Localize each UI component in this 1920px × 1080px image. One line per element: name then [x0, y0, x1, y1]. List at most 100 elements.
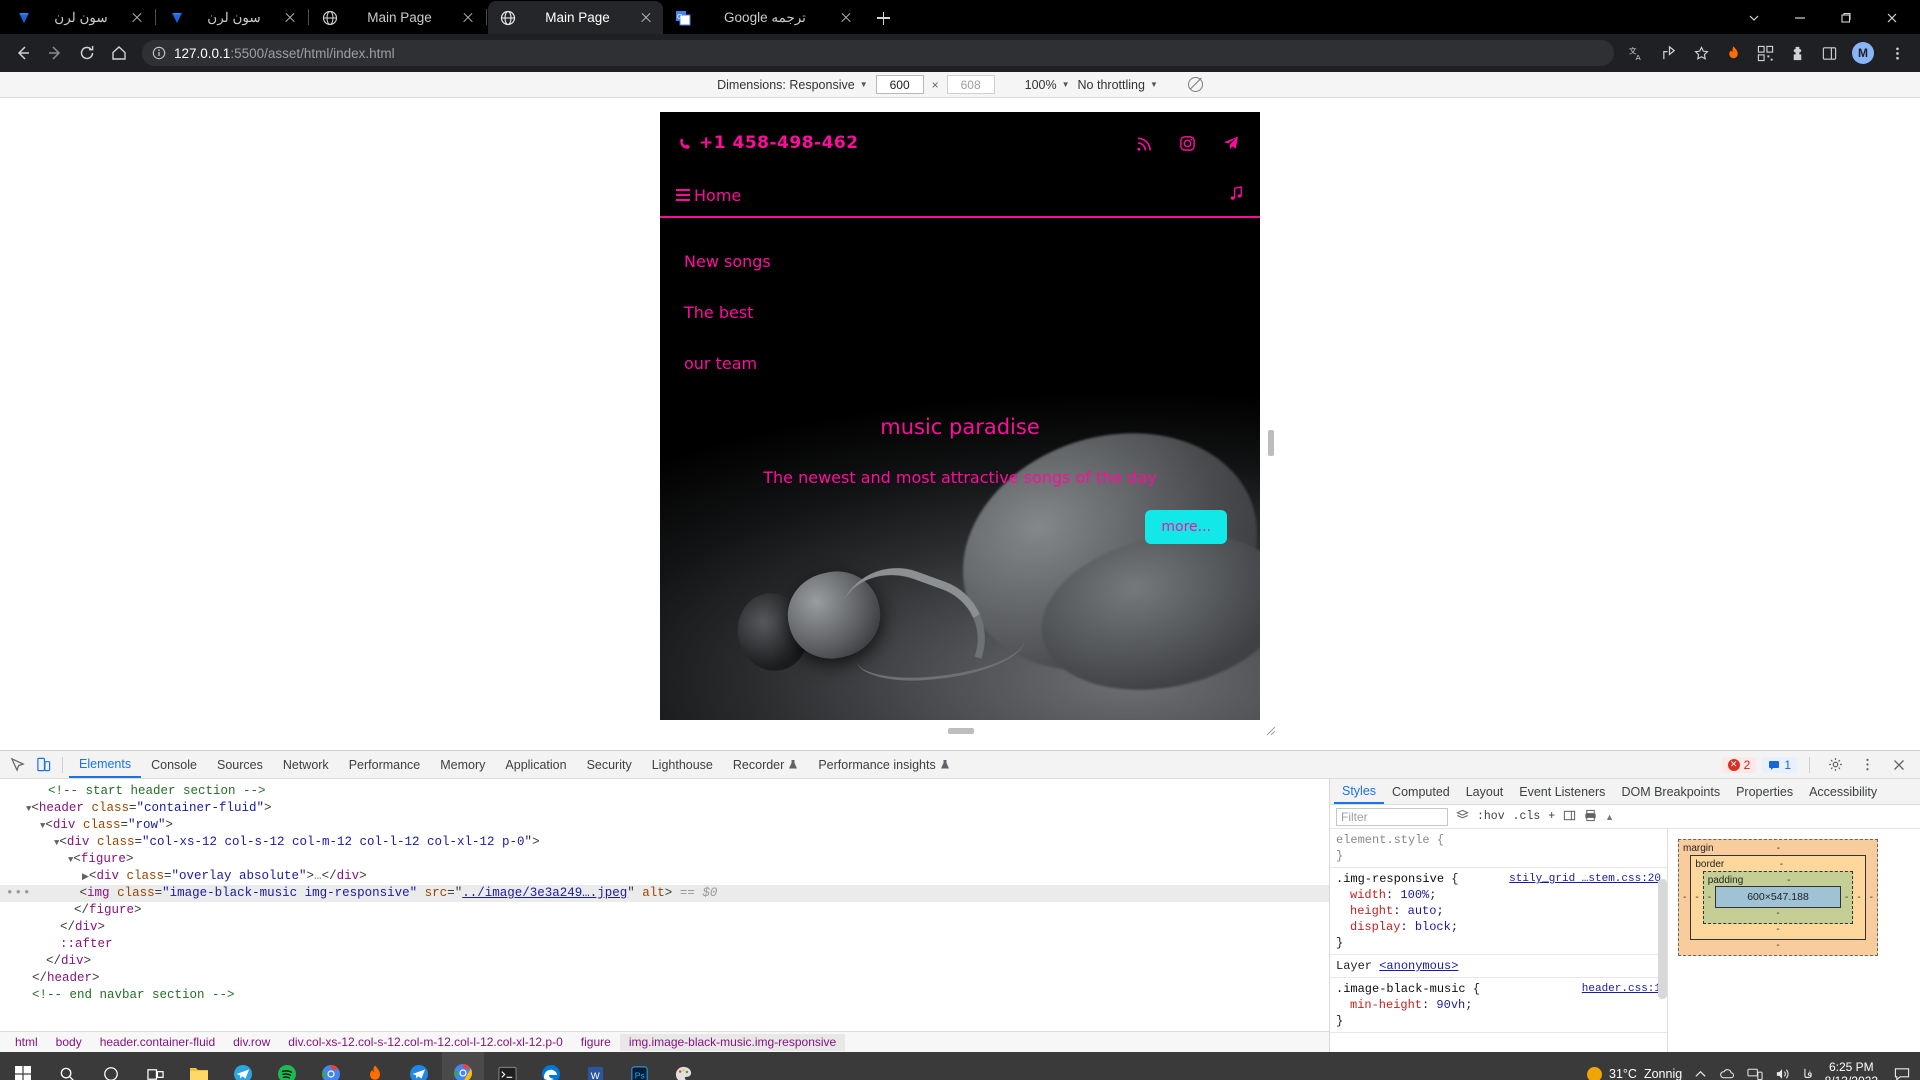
- devtools-tab-application[interactable]: Application: [495, 751, 576, 778]
- browser-tab[interactable]: G ترجمه Google: [663, 1, 863, 34]
- computed-sidebar-icon[interactable]: [1563, 809, 1576, 825]
- browser-tab[interactable]: سون لرن: [157, 1, 307, 34]
- dom-line[interactable]: ▼<header class="container-fluid">: [0, 800, 1329, 817]
- css-property[interactable]: min-height: [1336, 998, 1422, 1012]
- telegram-app-icon[interactable]: [222, 1052, 264, 1080]
- sidebar-icon[interactable]: [1814, 38, 1844, 68]
- close-icon[interactable]: [839, 11, 853, 25]
- flame-extension-icon[interactable]: [1718, 38, 1748, 68]
- css-source-link[interactable]: stily_grid …stem.css:20: [1509, 871, 1661, 887]
- scroll-up-icon[interactable]: ▲: [1605, 812, 1614, 822]
- border-bottom-value[interactable]: -: [1776, 924, 1779, 935]
- no-throttling-icon[interactable]: [1187, 77, 1203, 92]
- nav-home-item[interactable]: Home: [676, 186, 741, 205]
- padding-bottom-value[interactable]: -: [1776, 908, 1779, 919]
- css-rule-image-black-music[interactable]: .image-black-music { header.css:1 min-he…: [1330, 978, 1667, 1033]
- rss-icon[interactable]: [1136, 135, 1153, 152]
- styles-filter-input[interactable]: Filter: [1336, 807, 1448, 826]
- home-icon[interactable]: [104, 38, 134, 68]
- network-icon[interactable]: [1747, 1067, 1763, 1080]
- styles-tab-event-listeners[interactable]: Event Listeners: [1511, 779, 1613, 804]
- css-value[interactable]: 100%: [1400, 888, 1429, 902]
- devtools-tab-elements[interactable]: Elements: [69, 751, 142, 778]
- device-toolbar-icon[interactable]: [30, 752, 56, 778]
- instagram-icon[interactable]: [1179, 135, 1196, 152]
- kebab-menu-icon[interactable]: [1854, 752, 1880, 778]
- blue-app-icon[interactable]: [398, 1052, 440, 1080]
- notification-icon[interactable]: [1894, 1067, 1910, 1080]
- new-style-rule-button[interactable]: +: [1548, 810, 1555, 823]
- margin-top-value[interactable]: -: [1777, 843, 1780, 854]
- chrome-active-icon[interactable]: [442, 1052, 484, 1080]
- browser-tab[interactable]: سون لرن: [4, 1, 154, 34]
- close-icon[interactable]: [1870, 3, 1914, 33]
- css-value[interactable]: block: [1415, 920, 1451, 934]
- close-icon[interactable]: [639, 11, 653, 25]
- border-top-value[interactable]: -: [1780, 859, 1783, 870]
- close-icon[interactable]: [130, 11, 144, 25]
- forward-arrow-icon[interactable]: [40, 38, 70, 68]
- styles-tab-dom-breakpoints[interactable]: DOM Breakpoints: [1613, 779, 1728, 804]
- new-tab-button[interactable]: [869, 4, 897, 32]
- box-model-content-size[interactable]: 600×547.188: [1715, 886, 1841, 908]
- viewport-height-input[interactable]: 608: [946, 75, 995, 94]
- filter-layers-icon[interactable]: [1456, 809, 1469, 825]
- paint-icon[interactable]: [662, 1052, 704, 1080]
- photoshop-icon[interactable]: Ps: [618, 1052, 660, 1080]
- hov-toggle[interactable]: :hov: [1477, 810, 1505, 823]
- devtools-tab-console[interactable]: Console: [141, 751, 207, 778]
- windows-start-icon[interactable]: [2, 1052, 44, 1080]
- collapse-arrow-icon[interactable]: ▶: [82, 872, 89, 882]
- telegram-icon[interactable]: [1222, 134, 1240, 152]
- styles-tab-properties[interactable]: Properties: [1728, 779, 1801, 804]
- menu-item-our-team[interactable]: our team: [684, 354, 1260, 373]
- devtools-tab-lighthouse[interactable]: Lighthouse: [642, 751, 723, 778]
- word-icon[interactable]: W: [574, 1052, 616, 1080]
- dom-line[interactable]: </div>: [0, 953, 1329, 970]
- box-model-padding[interactable]: padding - - 600×547.188 - -: [1702, 871, 1854, 924]
- gear-icon[interactable]: [1822, 752, 1848, 778]
- styles-tab-styles[interactable]: Styles: [1334, 779, 1385, 804]
- css-value[interactable]: 90vh: [1436, 998, 1465, 1012]
- dom-line[interactable]: ▼<figure>: [0, 851, 1329, 868]
- viewport-width-input[interactable]: 600: [875, 75, 924, 94]
- close-icon[interactable]: [461, 11, 475, 25]
- padding-right-value[interactable]: -: [1845, 892, 1848, 903]
- dom-line[interactable]: ::after: [0, 936, 1329, 953]
- kebab-menu-icon[interactable]: [1882, 38, 1912, 68]
- margin-left-value[interactable]: -: [1683, 892, 1686, 903]
- circle-icon[interactable]: [90, 1052, 132, 1080]
- puzzle-extensions-icon[interactable]: [1782, 38, 1812, 68]
- restore-icon[interactable]: [1824, 3, 1868, 33]
- border-left-value[interactable]: -: [1695, 892, 1698, 903]
- chrome-app-icon[interactable]: [310, 1052, 352, 1080]
- error-count-badge[interactable]: ✕ 2: [1721, 756, 1757, 773]
- css-rule-element-style[interactable]: element.style { }: [1330, 829, 1667, 868]
- padding-top-value[interactable]: -: [1787, 875, 1790, 886]
- onedrive-icon[interactable]: [1719, 1067, 1735, 1080]
- dimensions-dropdown[interactable]: Dimensions: Responsive ▼: [717, 78, 867, 92]
- menu-item-the-best[interactable]: The best: [684, 303, 1260, 322]
- bookmark-star-icon[interactable]: [1686, 38, 1716, 68]
- translate-icon[interactable]: 文A: [1622, 38, 1652, 68]
- message-count-badge[interactable]: 1: [1762, 756, 1797, 773]
- edge-icon[interactable]: [530, 1052, 572, 1080]
- devtools-tab-recorder[interactable]: Recorder: [723, 751, 808, 778]
- css-rule-img-responsive[interactable]: .img-responsive { stily_grid …stem.css:2…: [1330, 868, 1667, 955]
- spotify-icon[interactable]: [266, 1052, 308, 1080]
- inspect-element-icon[interactable]: [4, 752, 30, 778]
- dom-line[interactable]: ▼<div class="row">: [0, 817, 1329, 834]
- styles-tab-computed[interactable]: Computed: [1384, 779, 1458, 804]
- breadcrumb-item-header[interactable]: header.container-fluid: [91, 1034, 224, 1051]
- hamburger-icon[interactable]: [676, 189, 690, 201]
- browser-tab[interactable]: Main Page: [310, 1, 485, 34]
- dom-line[interactable]: <!-- end navbar section -->: [0, 987, 1329, 1004]
- devtools-tab-performance-insights[interactable]: Performance insights: [808, 751, 959, 778]
- flame-app-icon[interactable]: [354, 1052, 396, 1080]
- border-right-value[interactable]: -: [1857, 892, 1860, 903]
- task-view-icon[interactable]: [134, 1052, 176, 1080]
- music-note-icon[interactable]: [1229, 185, 1244, 205]
- margin-right-value[interactable]: -: [1870, 892, 1873, 903]
- volume-icon[interactable]: [1775, 1067, 1791, 1080]
- devtools-tab-security[interactable]: Security: [577, 751, 642, 778]
